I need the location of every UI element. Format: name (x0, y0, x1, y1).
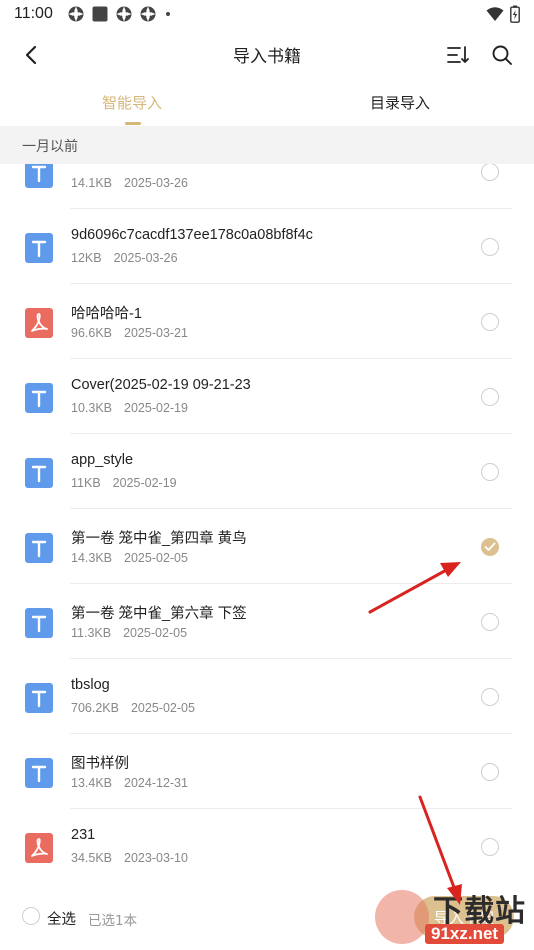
battery-icon (510, 5, 520, 23)
section-header: 一月以前 (0, 126, 534, 164)
file-name: 第一卷 笼中雀_第六章 下签 (71, 606, 247, 622)
file-date: 2025-03-26 (124, 176, 188, 190)
txt-file-icon (24, 607, 54, 639)
import-tabs: 智能导入 目录导入 (0, 80, 534, 126)
wifi-icon (486, 7, 504, 21)
file-size: 96.6KB (71, 326, 113, 340)
system-icons (486, 5, 520, 23)
file-checkbox[interactable] (481, 613, 499, 631)
status-bar: 11:00 (0, 0, 534, 28)
file-date: 2025-03-21 (124, 326, 188, 340)
tab-indicator (125, 122, 141, 125)
file-size: 10.3KB (71, 401, 113, 415)
file-row[interactable]: 96f348d4edbb2a76882d0e3d85bbc902 14.1KB 20… (0, 164, 534, 209)
file-size: 11.3KB (71, 626, 112, 640)
txt-file-icon (24, 457, 54, 489)
pdf-file-icon (24, 307, 54, 339)
file-name: 哈哈哈哈-1 (71, 306, 142, 322)
tab-directory-import[interactable]: 目录导入 (370, 92, 430, 113)
file-name: 231 (71, 827, 96, 843)
file-checkbox[interactable] (481, 688, 499, 706)
file-row[interactable]: 第一卷 笼中雀_第四章 黄鸟 14.3KB 2025-02-05 (0, 509, 534, 584)
app-bar: 导入书籍 (0, 28, 534, 80)
select-all-checkbox[interactable] (22, 907, 40, 925)
file-checkbox[interactable] (481, 313, 499, 331)
file-meta: 11KB 2025-02-19 (71, 476, 177, 490)
file-size: 706.2KB (71, 701, 119, 715)
txt-file-icon (24, 682, 54, 714)
file-checkbox-checked[interactable] (481, 538, 499, 556)
bottom-bar: 全选 已选1本 导入书架 (0, 882, 534, 950)
file-meta: 10.3KB 2025-02-19 (71, 401, 188, 415)
file-meta: 12KB 2025-03-26 (71, 251, 178, 265)
file-row[interactable]: tbslog 706.2KB 2025-02-05 (0, 659, 534, 734)
file-date: 2025-02-19 (112, 476, 177, 490)
file-name: app_style (71, 452, 134, 468)
selected-count: 已选1本 (88, 913, 138, 929)
file-name: tbslog (71, 677, 110, 693)
txt-file-icon (24, 757, 54, 789)
file-date: 2025-03-26 (113, 251, 178, 265)
file-name: 第一卷 笼中雀_第四章 黄鸟 (71, 531, 247, 547)
file-size: 13.4KB (71, 776, 113, 790)
tab-smart-import[interactable]: 智能导入 (102, 92, 162, 113)
search-button[interactable] (488, 41, 516, 69)
file-size: 14.1KB (71, 176, 113, 190)
more-dot-icon (165, 12, 170, 16)
txt-file-icon (24, 164, 54, 189)
file-meta: 706.2KB 2025-02-05 (71, 701, 195, 715)
file-row[interactable]: 9d6096c7cacdf137ee178c0a08bf8f4c 12KB 2025… (0, 209, 534, 284)
pdf-file-icon (24, 832, 54, 864)
app-notification-icon (140, 6, 156, 22)
status-time: 11:00 (14, 5, 53, 22)
file-row[interactable]: app_style 11KB 2025-02-19 (0, 434, 534, 509)
app-notification-icon (116, 6, 132, 22)
txt-file-icon (24, 382, 54, 414)
square-notification-icon (92, 6, 108, 22)
file-row[interactable]: 哈哈哈哈-1 96.6KB 2025-03-21 (0, 284, 534, 359)
file-size: 34.5KB (71, 851, 113, 865)
file-checkbox[interactable] (481, 388, 499, 406)
file-date: 2025-02-19 (124, 401, 188, 415)
file-date: 2025-02-05 (124, 551, 188, 565)
file-row[interactable]: Cover(2025-02-19 09-21-23 10.3KB 2025-02-1… (0, 359, 534, 434)
file-checkbox[interactable] (481, 238, 499, 256)
file-row[interactable]: 图书样例 13.4KB 2024-12-31 (0, 734, 534, 809)
file-date: 2024-12-31 (124, 776, 188, 790)
file-meta: 34.5KB 2023-03-10 (71, 851, 188, 865)
txt-file-icon (24, 232, 54, 264)
file-meta: 96.6KB 2025-03-21 (71, 326, 188, 340)
file-checkbox[interactable] (481, 463, 499, 481)
file-checkbox[interactable] (481, 763, 499, 781)
file-name: 9d6096c7cacdf137ee178c0a08bf8f4c (71, 227, 313, 243)
file-list[interactable]: 96f348d4edbb2a76882d0e3d85bbc902 14.1KB 20… (0, 164, 534, 882)
file-date: 2025-02-05 (130, 701, 195, 715)
file-row[interactable]: 第一卷 笼中雀_第六章 下签 11.3KB 2025-02-05 (0, 584, 534, 659)
file-meta: 14.3KB 2025-02-05 (71, 551, 188, 565)
checkmark-icon (484, 542, 496, 551)
file-row[interactable]: 231 34.5KB 2023-03-10 (0, 809, 534, 882)
file-name: 96f348d4edbb2a76882d0e3d85bbc902 (71, 164, 324, 168)
file-size: 11KB (71, 476, 101, 490)
search-icon (492, 45, 512, 65)
file-size: 14.3KB (71, 551, 113, 565)
file-checkbox[interactable] (481, 164, 499, 181)
file-date: 2023-03-10 (124, 851, 188, 865)
import-to-shelf-button[interactable]: 导入书架 (414, 896, 514, 938)
notification-icons (67, 5, 173, 23)
file-name: Cover(2025-02-19 09-21-23 (71, 377, 251, 393)
file-size: 12KB (71, 251, 102, 265)
sort-icon (447, 46, 469, 63)
app-notification-icon (68, 6, 84, 22)
file-name: 图书样例 (71, 756, 129, 772)
sort-button[interactable] (444, 41, 472, 69)
select-all-label[interactable]: 全选 (47, 908, 76, 929)
file-meta: 13.4KB 2024-12-31 (71, 776, 188, 790)
file-meta: 14.1KB 2025-03-26 (71, 176, 188, 190)
file-meta: 11.3KB 2025-02-05 (71, 626, 187, 640)
file-date: 2025-02-05 (123, 626, 188, 640)
file-checkbox[interactable] (481, 838, 499, 856)
txt-file-icon (24, 532, 54, 564)
